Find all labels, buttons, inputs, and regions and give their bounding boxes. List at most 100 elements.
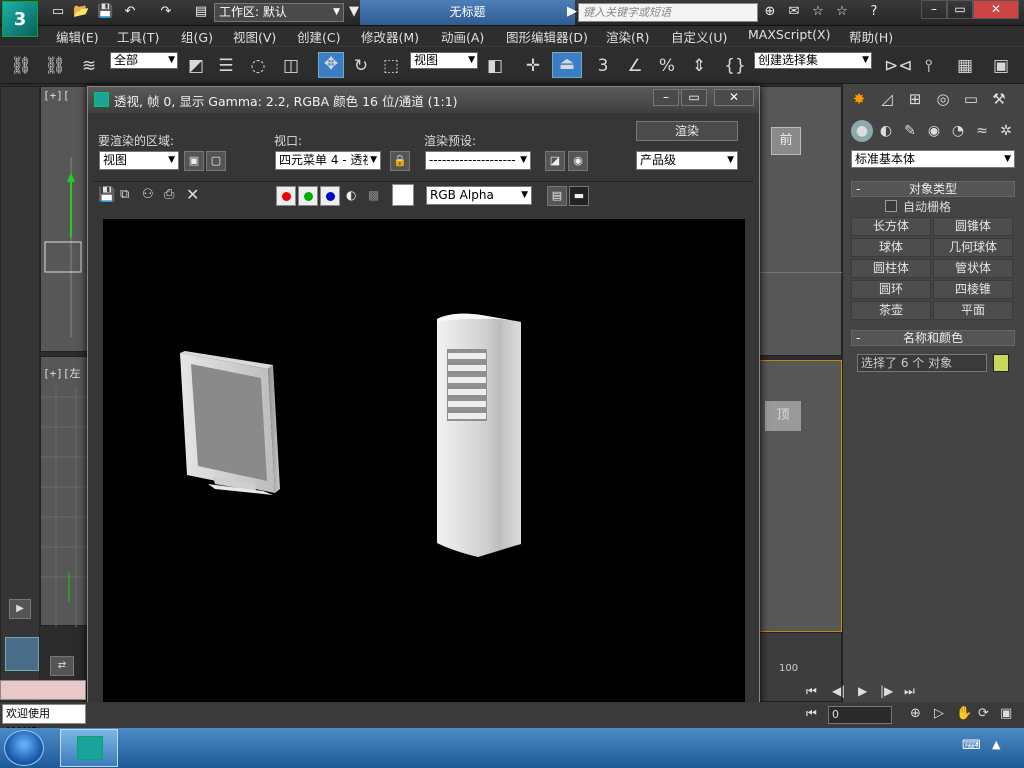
maximize-viewport-icon[interactable]: ▣ <box>1000 706 1012 721</box>
alpha-channel-icon[interactable]: ◐ <box>346 188 356 202</box>
workspace-select[interactable]: 工作区: 默认 ▼ <box>214 3 344 22</box>
select-manipulate-icon[interactable]: ✛ <box>522 55 544 77</box>
save-image-icon[interactable]: 💾 <box>98 187 115 203</box>
help-icon[interactable]: ? <box>866 4 882 20</box>
red-channel-toggle[interactable] <box>276 186 296 206</box>
menu-view[interactable]: 视图(V) <box>233 27 276 46</box>
link-icon[interactable]: ⛓ <box>10 55 32 77</box>
redo-icon[interactable]: ↷ <box>158 4 174 20</box>
environment-effects-icon[interactable]: ◉ <box>568 151 588 171</box>
menu-edit[interactable]: 编辑(E) <box>56 27 99 46</box>
teapot-button[interactable]: 茶壶 <box>851 301 931 320</box>
toggle-ui-overlay-icon[interactable]: ▤ <box>547 186 567 206</box>
hierarchy-tab-icon[interactable]: ⊞ <box>903 88 927 110</box>
unlink-icon[interactable]: ⛓ <box>44 55 66 77</box>
keyboard-shortcut-override-icon[interactable]: ⏏ <box>552 52 582 78</box>
motion-tab-icon[interactable]: ◎ <box>931 88 955 110</box>
edit-region-icon[interactable]: ▣ <box>184 151 204 171</box>
taskbar-3dsmax-icon[interactable] <box>60 729 118 767</box>
move-icon[interactable]: ✥ <box>318 52 344 78</box>
display-tab-icon[interactable]: ▭ <box>959 88 983 110</box>
prev-frame-icon[interactable]: ◀| <box>832 684 845 698</box>
plane-button[interactable]: 平面 <box>933 301 1013 320</box>
menu-modifiers[interactable]: 修改器(M) <box>361 27 419 46</box>
pivot-center-icon[interactable]: ◧ <box>484 55 506 77</box>
key-mode-icon[interactable]: ⏮ <box>806 706 817 721</box>
tube-button[interactable]: 管状体 <box>933 259 1013 278</box>
play-icon[interactable]: ▶ <box>858 684 867 698</box>
project-folder-icon[interactable]: ▤ <box>193 4 209 20</box>
maxscript-listener[interactable]: 欢迎使用 MAXS <box>2 704 86 738</box>
select-by-name-icon[interactable]: ☰ <box>215 55 237 77</box>
pyramid-button[interactable]: 四棱锥 <box>933 280 1013 299</box>
shapes-icon[interactable]: ◐ <box>875 120 897 142</box>
current-frame-field[interactable]: 0 <box>828 706 892 724</box>
favorites-star-icon-2[interactable]: ☆ <box>834 4 850 20</box>
fov-icon[interactable]: ▷ <box>934 706 944 721</box>
save-file-icon[interactable]: 💾 <box>97 4 113 20</box>
rw-maximize-button[interactable]: ▭ <box>681 89 707 106</box>
render-window-titlebar[interactable]: 透视, 帧 0, 显示 Gamma: 2.2, RGBA 颜色 16 位/通道 … <box>88 87 759 113</box>
toggle-ui-icon[interactable]: ▬ <box>569 186 589 206</box>
viewport-top[interactable]: [+][ <box>40 86 88 352</box>
rotate-icon[interactable]: ↻ <box>350 55 372 77</box>
spinner-snap-icon[interactable]: ⇕ <box>688 55 710 77</box>
sphere-button[interactable]: 球体 <box>851 238 931 257</box>
lights-icon[interactable]: ✎ <box>899 120 921 142</box>
lock-viewport-icon[interactable]: 🔒 <box>390 151 410 171</box>
modify-tab-icon[interactable]: ◿ <box>875 88 899 110</box>
viewport-front[interactable]: 前 <box>758 86 843 356</box>
orbit-icon[interactable]: ⟳ <box>978 706 989 721</box>
zoom-icon[interactable]: ⊕ <box>910 706 921 721</box>
selection-filter-select[interactable]: 全部 ▼ <box>110 52 178 69</box>
display-channel-select[interactable]: RGB Alpha ▼ <box>426 186 532 205</box>
edit-named-selection-icon[interactable]: {} <box>724 55 746 77</box>
utilities-tab-icon[interactable]: ⚒ <box>987 88 1011 110</box>
favorites-star-icon[interactable]: ☆ <box>810 4 826 20</box>
object-name-field[interactable]: 选择了 6 个 对象 <box>857 354 987 372</box>
align-icon[interactable]: ⫯ <box>918 55 940 77</box>
auto-region-icon[interactable]: ▢ <box>206 151 226 171</box>
next-frame-icon[interactable]: |▶ <box>880 684 893 698</box>
render-setup-icon[interactable]: ◪ <box>545 151 565 171</box>
mirror-icon[interactable]: ⊳⊲ <box>884 55 913 77</box>
geometry-icon[interactable]: ● <box>851 120 873 142</box>
autogrid-checkbox[interactable] <box>885 200 897 212</box>
area-to-render-select[interactable]: 视图 ▼ <box>99 151 179 170</box>
select-object-icon[interactable]: ◩ <box>185 55 207 77</box>
spacewarps-icon[interactable]: ≈ <box>971 120 993 142</box>
menu-maxscript[interactable]: MAXScript(X) <box>748 27 830 42</box>
communication-icon[interactable]: ✉ <box>786 4 802 20</box>
menu-group[interactable]: 组(G) <box>181 27 213 46</box>
viewport-perspective[interactable]: 顶 <box>758 360 842 632</box>
copy-image-icon[interactable]: ⧉ <box>120 187 129 202</box>
close-button[interactable]: ✕ <box>973 0 1019 19</box>
menu-customize[interactable]: 自定义(U) <box>671 27 727 46</box>
minimize-button[interactable]: – <box>921 0 947 19</box>
cone-button[interactable]: 圆锥体 <box>933 217 1013 236</box>
app-logo-icon[interactable]: 3 <box>2 1 38 37</box>
new-file-icon[interactable]: ▭ <box>50 4 66 20</box>
green-channel-toggle[interactable] <box>298 186 318 206</box>
systems-icon[interactable]: ✲ <box>995 120 1017 142</box>
menu-create[interactable]: 创建(C) <box>297 27 340 46</box>
object-type-rollout[interactable]: - 对象类型 <box>851 181 1015 197</box>
viewport-layout-icon[interactable] <box>5 637 39 671</box>
create-tab-icon[interactable]: ✸ <box>847 88 871 110</box>
name-color-rollout[interactable]: - 名称和颜色 <box>851 330 1015 346</box>
window-crossing-icon[interactable]: ◫ <box>280 55 302 77</box>
render-preset-select[interactable]: -------------------- ▼ <box>425 151 531 170</box>
angle-snap-icon[interactable]: ∠ <box>624 55 646 77</box>
monochrome-icon[interactable]: ▩ <box>368 188 379 202</box>
named-selection-select[interactable]: 创建选择集 ▼ <box>754 52 872 69</box>
print-image-icon[interactable]: ⎙ <box>164 187 174 202</box>
clear-image-icon[interactable]: ✕ <box>186 185 199 204</box>
tray-expand-icon[interactable]: ▲ <box>992 738 1000 751</box>
layer-manager-icon[interactable]: ▦ <box>954 55 976 77</box>
goto-start-icon[interactable]: ⏮ <box>806 684 817 699</box>
menu-help[interactable]: 帮助(H) <box>849 27 893 46</box>
clone-frame-icon[interactable]: ⚇ <box>142 187 154 202</box>
search-input[interactable]: 键入关键字或短语 <box>578 3 758 22</box>
binoculars-icon[interactable]: ⊕ <box>762 4 778 20</box>
undo-icon[interactable]: ↶ <box>122 4 138 20</box>
